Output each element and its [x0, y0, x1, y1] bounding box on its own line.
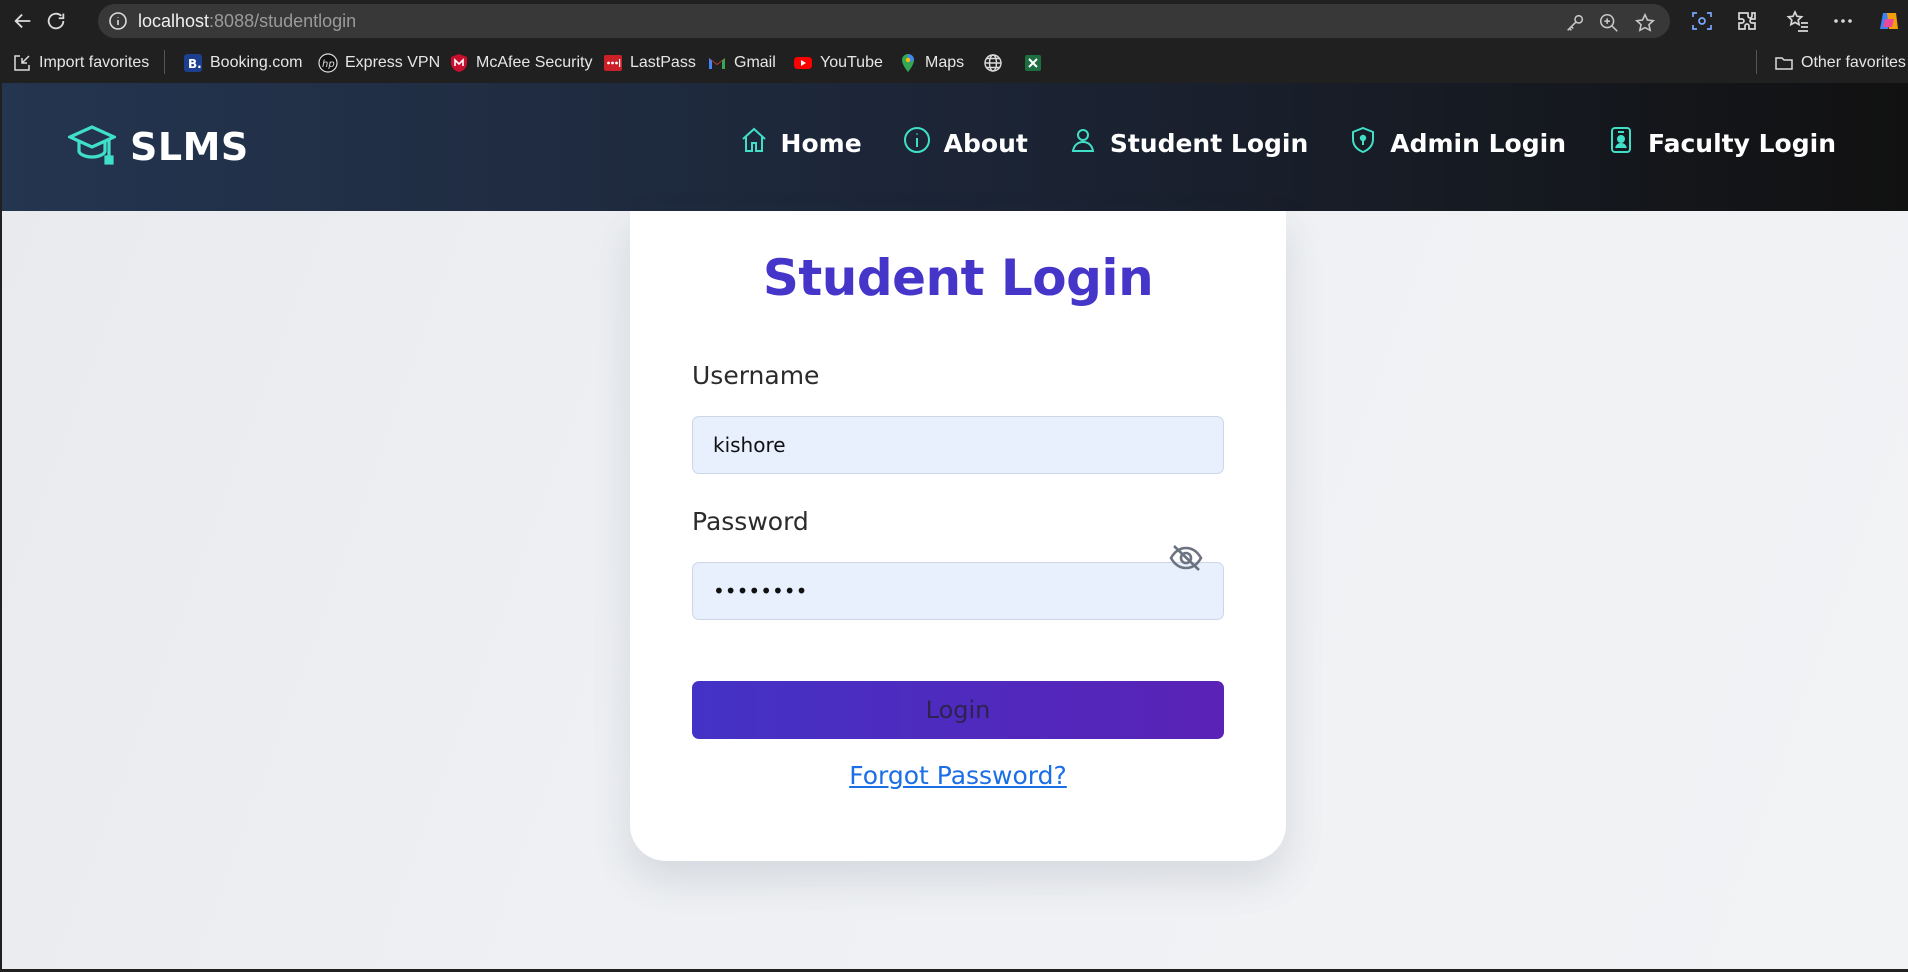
favorite-label: McAfee Security — [476, 54, 593, 71]
extensions-icon[interactable] — [1735, 9, 1759, 33]
favorites-bar: Import favorites B. Booking.com hp Expre… — [0, 42, 1908, 82]
favorite-star-icon[interactable] — [1634, 12, 1656, 34]
nav-faculty-login[interactable]: Faculty Login — [1606, 125, 1836, 161]
url-host: localhost — [138, 11, 210, 31]
favorite-label: Maps — [925, 54, 965, 71]
page-title: Student Login — [762, 249, 1154, 307]
zoom-icon[interactable] — [1598, 12, 1620, 34]
hp-icon: hp — [318, 53, 338, 73]
gmail-icon — [707, 53, 727, 73]
other-favorites[interactable]: Other favorites — [1774, 52, 1906, 74]
user-icon — [1068, 125, 1098, 161]
url-path: :8088/studentlogin — [209, 11, 357, 31]
maps-icon — [898, 53, 918, 73]
browser-toolbar: localhost:8088/studentlogin — [0, 0, 1908, 42]
password-input[interactable] — [692, 562, 1224, 620]
booking-icon: B. — [183, 53, 203, 73]
favorite-label: YouTube — [820, 54, 883, 71]
forgot-password-link[interactable]: Forgot Password? — [630, 761, 1286, 790]
home-icon — [739, 125, 769, 161]
more-menu-icon[interactable] — [1831, 9, 1855, 33]
screenshot-icon[interactable] — [1690, 9, 1714, 33]
nav-label: About — [943, 128, 1028, 158]
copilot-icon[interactable] — [1877, 9, 1901, 33]
nav-about[interactable]: About — [902, 125, 1028, 161]
nav-label: Home — [780, 128, 862, 158]
app-navbar: SLMS Home About Student Login Admin Logi… — [2, 83, 1908, 211]
youtube-icon — [793, 53, 813, 73]
nav-label: Admin Login — [1390, 128, 1566, 158]
favorite-booking[interactable]: B. Booking.com — [183, 52, 303, 74]
other-favorites-label: Other favorites — [1801, 54, 1906, 71]
nav-admin-login[interactable]: Admin Login — [1348, 125, 1566, 161]
favorite-label: Express VPN — [345, 54, 441, 71]
favorites-list-icon[interactable] — [1786, 9, 1810, 33]
favorites-divider — [164, 50, 165, 74]
mcafee-icon — [449, 53, 469, 73]
favorite-youtube[interactable]: YouTube — [793, 52, 883, 74]
reload-icon[interactable] — [41, 6, 71, 36]
favorite-globe[interactable] — [983, 52, 1003, 74]
back-icon[interactable] — [8, 6, 38, 36]
login-button[interactable]: Login — [692, 681, 1224, 739]
brand[interactable]: SLMS — [66, 123, 249, 171]
favorite-label: Booking.com — [210, 54, 303, 71]
favorite-maps[interactable]: Maps — [898, 52, 964, 74]
page-viewport: SLMS Home About Student Login Admin Logi… — [2, 83, 1908, 969]
svg-text:B.: B. — [188, 57, 202, 71]
graduation-cap-icon — [66, 123, 118, 171]
toggle-password-visibility-icon[interactable] — [1168, 542, 1204, 574]
nav-student-login[interactable]: Student Login — [1068, 125, 1308, 161]
password-label: Password — [692, 507, 809, 536]
nav-label: Faculty Login — [1648, 128, 1836, 158]
nav-label: Student Login — [1109, 128, 1309, 158]
favorites-divider — [1756, 50, 1757, 74]
folder-icon — [1774, 53, 1794, 73]
favorite-express-vpn[interactable]: hp Express VPN — [318, 52, 440, 74]
favorite-label: Import favorites — [39, 54, 150, 71]
url-text[interactable]: localhost:8088/studentlogin — [138, 12, 356, 30]
login-card: Student Login Username Password Login Fo… — [630, 211, 1286, 861]
brand-name: SLMS — [130, 125, 249, 169]
key-icon[interactable] — [1564, 12, 1586, 34]
svg-text:hp: hp — [322, 59, 335, 70]
shield-icon — [1348, 125, 1378, 161]
address-bar[interactable]: localhost:8088/studentlogin — [98, 4, 1670, 38]
favorite-mcafee[interactable]: McAfee Security — [449, 52, 592, 74]
username-label: Username — [692, 361, 820, 390]
favorite-gmail[interactable]: Gmail — [707, 52, 776, 74]
lastpass-icon — [603, 53, 623, 73]
import-icon — [12, 53, 32, 73]
favorite-import[interactable]: Import favorites — [12, 52, 149, 74]
globe-icon — [983, 53, 1003, 73]
excel-icon — [1023, 53, 1043, 73]
id-badge-icon — [1606, 125, 1636, 161]
main-menu: Home About Student Login Admin Login Fac… — [739, 125, 1836, 161]
favorite-lastpass[interactable]: LastPass — [603, 52, 696, 74]
info-icon — [902, 125, 932, 161]
username-input[interactable] — [692, 416, 1224, 474]
favorite-label: LastPass — [630, 54, 696, 71]
favorite-label: Gmail — [734, 54, 776, 71]
site-info-icon[interactable] — [108, 11, 128, 31]
favorite-excel[interactable] — [1023, 52, 1043, 74]
nav-home[interactable]: Home — [739, 125, 862, 161]
